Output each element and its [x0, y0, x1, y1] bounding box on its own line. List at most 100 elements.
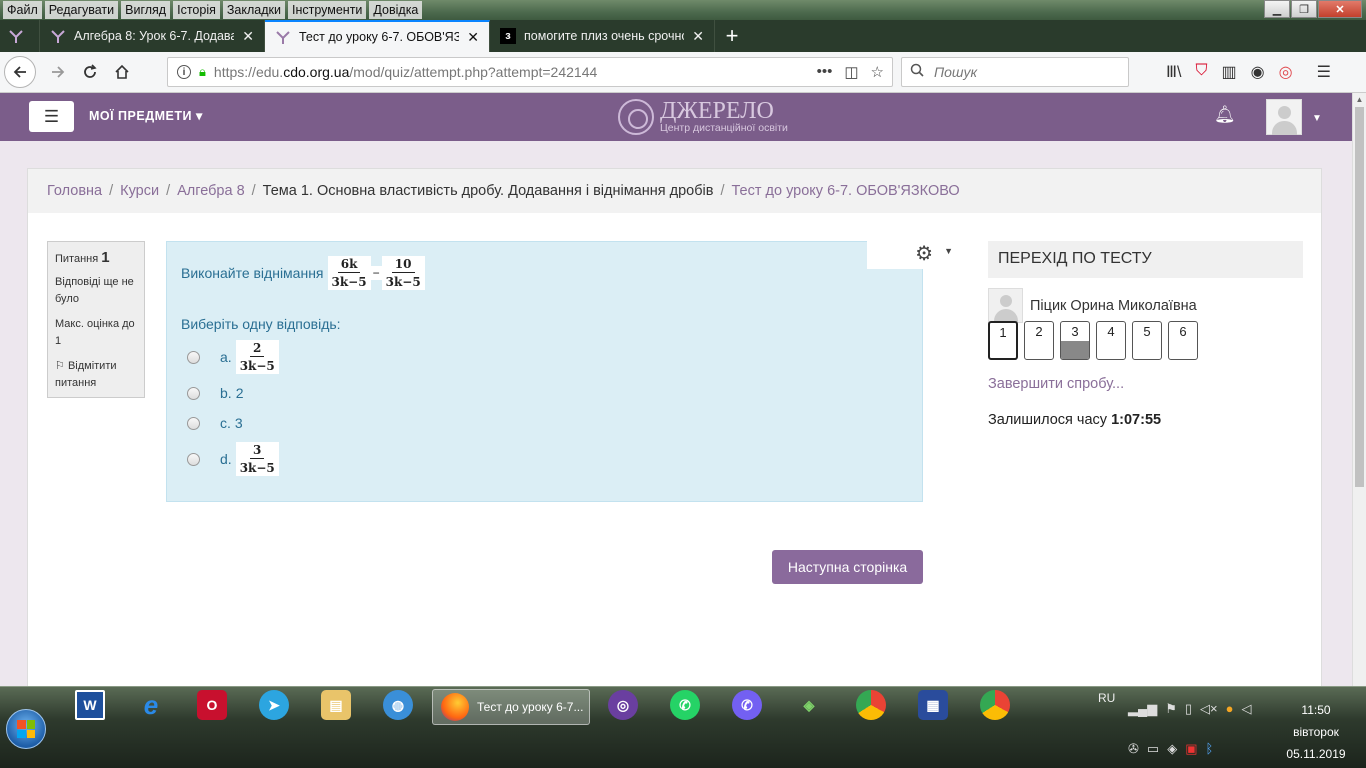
back-button[interactable] — [4, 56, 36, 88]
gear-icon[interactable]: ⚙ — [915, 241, 933, 266]
info-icon[interactable]: i — [177, 65, 191, 79]
chevron-down-icon[interactable]: ▼ — [944, 246, 953, 256]
status-icon[interactable]: ● — [1226, 701, 1234, 717]
reload-button[interactable] — [74, 56, 106, 88]
tray-app-icon[interactable]: ✇ — [1128, 741, 1139, 757]
menu-tools[interactable]: Інструменти — [287, 1, 367, 19]
menu-view[interactable]: Вигляд — [121, 1, 171, 19]
question-button[interactable]: 5 — [1132, 321, 1162, 360]
url-text[interactable]: https://edu.cdo.org.ua/mod/quiz/attempt.… — [214, 64, 597, 80]
close-window-button[interactable]: ✕ — [1318, 0, 1362, 18]
bluetooth-icon[interactable]: ᛒ — [1206, 741, 1214, 757]
maximize-button[interactable]: ❐ — [1291, 0, 1317, 18]
close-tab-icon[interactable]: ✕ — [242, 28, 254, 45]
site-logo[interactable]: ДЖЕРЕЛО Центр дистанційної освіти — [618, 99, 788, 135]
language-indicator[interactable]: RU — [1098, 691, 1115, 705]
reload-icon — [84, 64, 97, 78]
chrome-canary-icon[interactable] — [980, 690, 1010, 720]
viber-icon[interactable]: ✆ — [732, 690, 762, 720]
radio-button[interactable] — [187, 386, 200, 400]
shield-icon[interactable]: ⛉ — [1195, 62, 1207, 82]
close-tab-icon[interactable]: ✕ — [692, 28, 704, 45]
chevron-down-icon[interactable]: ▼ — [1312, 113, 1322, 124]
taskbar-firefox-window[interactable]: Тест до уроку 6-7... — [432, 689, 590, 725]
breadcrumb-courses[interactable]: Курси — [120, 183, 159, 199]
question-button[interactable]: 2 — [1024, 321, 1054, 360]
question-number: Питання 1 — [55, 249, 110, 266]
menu-bookmarks[interactable]: Закладки — [222, 1, 285, 19]
chrome-icon[interactable] — [856, 690, 886, 720]
answer-option-d[interactable]: d. 3 3k−5 — [187, 442, 279, 476]
drawer-toggle-button[interactable]: ☰ — [29, 101, 74, 132]
pocket-icon[interactable]: ◫ — [844, 63, 858, 81]
tab-znanija[interactable]: з помогите плиз очень срочно ✕ — [490, 20, 715, 52]
tray-network-icon[interactable]: ◈ — [1167, 741, 1177, 757]
close-tab-icon[interactable]: ✕ — [467, 29, 479, 46]
new-tab-button[interactable]: + — [715, 20, 749, 52]
search-bar[interactable]: Пошук — [901, 57, 1129, 87]
question-button[interactable]: 6 — [1168, 321, 1198, 360]
menu-file[interactable]: Файл — [3, 1, 42, 19]
breadcrumb-home[interactable]: Головна — [47, 183, 102, 199]
whatsapp-icon[interactable]: ✆ — [670, 690, 700, 720]
tor-icon[interactable]: ◎ — [608, 690, 638, 720]
globe-icon[interactable]: ◍ — [383, 690, 413, 720]
start-button[interactable] — [6, 709, 46, 749]
home-button[interactable] — [106, 56, 138, 88]
radio-button[interactable] — [187, 452, 200, 466]
pinned-tab[interactable] — [0, 20, 40, 52]
volume-icon[interactable]: ◁ — [1241, 701, 1251, 717]
battery-icon[interactable]: ▯ — [1185, 701, 1192, 717]
fraction: 6k 3k−5 — [327, 256, 371, 290]
explorer-icon[interactable]: ▤ — [321, 690, 351, 720]
url-bar[interactable]: i 🔒︎ https://edu.cdo.org.ua/mod/quiz/att… — [167, 57, 893, 87]
flag-question-link[interactable]: ⚐ Відмітити питання — [55, 358, 137, 392]
minimize-button[interactable]: ▁ — [1264, 0, 1290, 18]
floppy-icon[interactable]: ▦ — [918, 690, 948, 720]
question-grade: Макс. оцінка до 1 — [55, 318, 135, 347]
library-icon[interactable]: Ⅲ\ — [1166, 62, 1181, 82]
network-icon[interactable]: ⚑ — [1165, 701, 1177, 717]
signal-icon[interactable]: ▂▄▆ — [1128, 701, 1157, 717]
next-page-button[interactable]: Наступна сторінка — [772, 550, 923, 584]
my-courses-menu[interactable]: МОЇ ПРЕДМЕТИ ▾ — [89, 108, 203, 123]
antivirus-icon[interactable]: ▣ — [1185, 741, 1197, 757]
question-button[interactable]: 3 — [1060, 321, 1090, 360]
question-button[interactable]: 4 — [1096, 321, 1126, 360]
bookmark-star-icon[interactable]: ☆ — [871, 63, 884, 81]
menu-help[interactable]: Довідка — [369, 1, 423, 19]
scroll-thumb[interactable] — [1355, 107, 1364, 487]
word-icon[interactable]: W — [75, 690, 105, 720]
user-avatar[interactable] — [1266, 99, 1302, 135]
sidebar-icon[interactable]: ▥ — [1222, 62, 1237, 82]
answer-option-a[interactable]: a. 2 3k−5 — [187, 340, 279, 374]
breadcrumb-course[interactable]: Алгебра 8 — [177, 183, 245, 199]
radio-button[interactable] — [187, 350, 200, 364]
finish-attempt-link[interactable]: Завершити спробу... — [988, 376, 1303, 392]
answer-option-b[interactable]: b. 2 — [187, 385, 243, 401]
tab-quiz[interactable]: Тест до уроку 6-7. ОБОВ'ЯЗКО ✕ — [265, 20, 490, 52]
tab-algebra[interactable]: Алгебра 8: Урок 6-7. Додавання ✕ — [40, 20, 265, 52]
mute-icon[interactable]: ◁× — [1200, 701, 1218, 717]
ie-icon[interactable]: e — [136, 690, 166, 720]
answer-option-c[interactable]: c. 3 — [187, 415, 243, 431]
menu-edit[interactable]: Редагувати — [44, 1, 119, 19]
question-button[interactable]: 1 — [988, 321, 1018, 360]
bell-icon[interactable]: 🔔︎ — [1214, 105, 1236, 125]
page-scrollbar[interactable]: ▲ — [1352, 93, 1366, 686]
addon-icon[interactable]: ◎ — [1279, 62, 1293, 82]
opera-icon[interactable]: O — [197, 690, 227, 720]
scroll-up-icon[interactable]: ▲ — [1353, 93, 1366, 107]
menu-history[interactable]: Історія — [173, 1, 220, 19]
hamburger-menu-icon[interactable]: ☰ — [1317, 62, 1331, 82]
network-app-icon[interactable]: ◈ — [794, 690, 824, 720]
radio-button[interactable] — [187, 416, 200, 430]
breadcrumb-quiz[interactable]: Тест до уроку 6-7. ОБОВ'ЯЗКОВО — [731, 183, 959, 199]
clock[interactable]: 11:50 вівторок 05.11.2019 — [1276, 699, 1356, 765]
gear-menu-area: ⚙ ▼ — [867, 241, 953, 269]
telegram-icon[interactable]: ➤ — [259, 690, 289, 720]
page-actions-icon[interactable]: ••• — [817, 63, 833, 81]
forward-button[interactable] — [42, 56, 74, 88]
monitor-icon[interactable]: ▭ — [1147, 741, 1159, 757]
account-icon[interactable]: ◉ — [1251, 62, 1265, 82]
